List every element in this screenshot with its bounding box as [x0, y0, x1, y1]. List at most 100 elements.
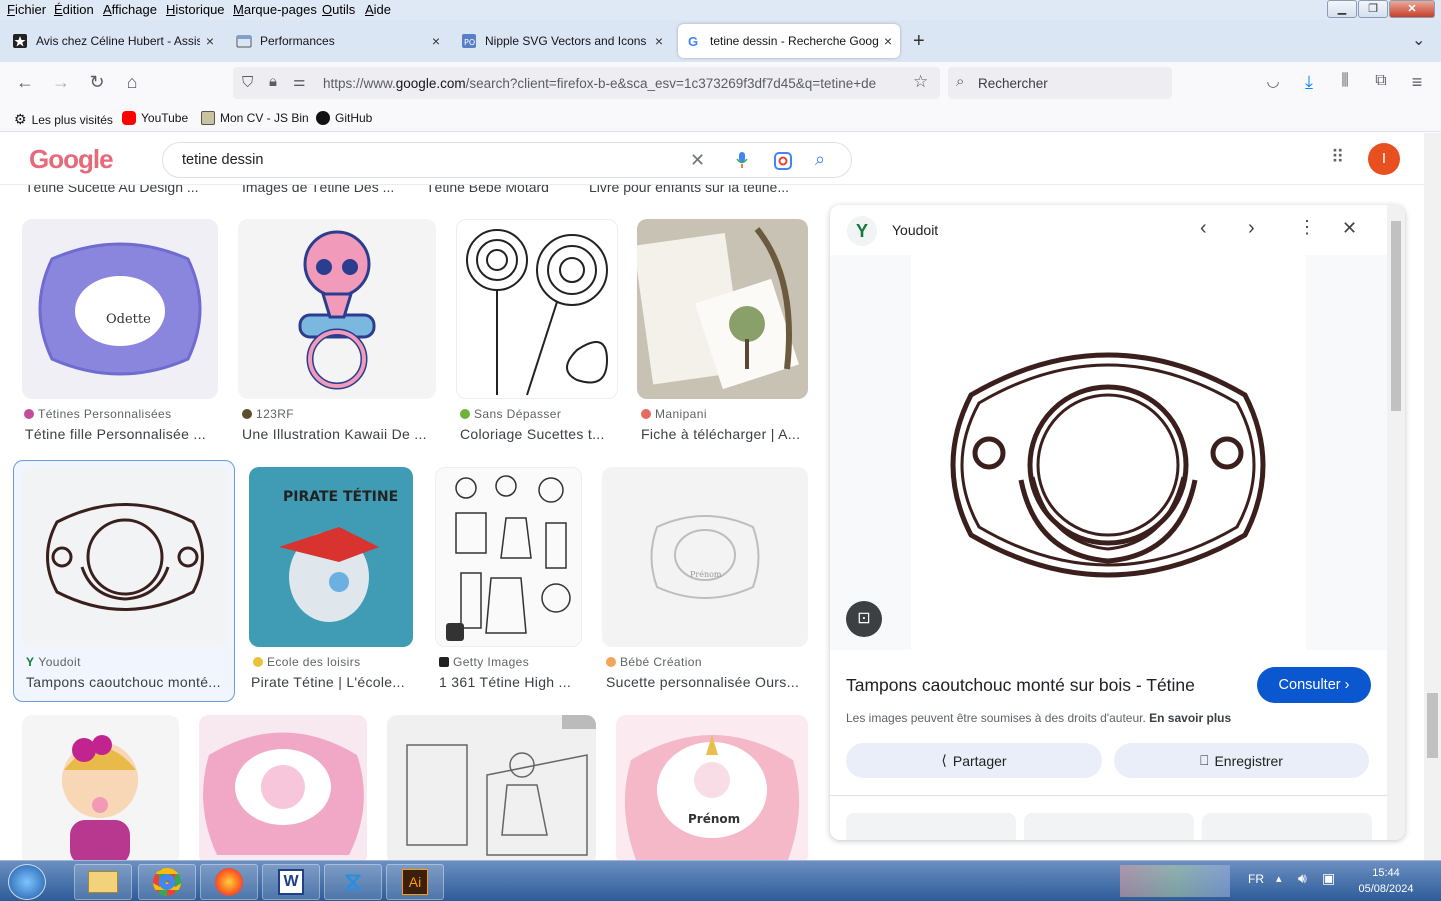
tab-avis[interactable]: Avis chez Céline Hubert - Assist × [4, 24, 222, 58]
bookmark-most-visited[interactable]: ⚙ Les plus visités [14, 111, 113, 128]
preview-title[interactable]: Tampons caoutchouc monté sur bois - Téti… [846, 675, 1195, 696]
result-title[interactable]: Fiche à télécharger | A... [641, 426, 808, 442]
volume-icon[interactable]: 🔊︎ [1298, 870, 1307, 887]
result-source[interactable]: Sans Dépasser [460, 407, 561, 421]
apps-grid-icon[interactable]: ⠿ [1331, 147, 1344, 168]
list-tabs-chevron-icon[interactable]: ⌄ [1412, 30, 1425, 50]
result-thumbnail[interactable]: Prénom [602, 467, 808, 647]
result-caption[interactable]: Livre pour enfants sur la tétine... [589, 185, 789, 195]
result-thumbnail[interactable] [387, 715, 596, 860]
lock-icon[interactable]: 🔒︎ [269, 73, 277, 90]
close-window-button[interactable]: ✕ [1389, 0, 1435, 18]
google-search-icon[interactable]: ⌕ [815, 149, 825, 170]
tab-nipple-svg[interactable]: PO Nipple SVG Vectors and Icons - × [453, 24, 671, 58]
result-thumbnail[interactable] [22, 467, 228, 647]
search-query-input[interactable]: tetine dessin [182, 152, 263, 168]
permissions-icon[interactable]: ⚌ [293, 73, 306, 90]
result-card-tetines-personnalisees[interactable]: Odette Tétines Personnalisées Tétine fil… [22, 219, 218, 449]
previous-chevron-icon[interactable]: ‹ [1200, 217, 1207, 240]
result-card-unicorn-pacifier[interactable] [199, 715, 367, 860]
result-caption[interactable]: Tétine Bébé Motard [426, 185, 549, 195]
youdoit-logo-icon[interactable]: Y [847, 216, 877, 246]
result-title[interactable]: 1 361 Tétine High ... [439, 674, 582, 690]
result-title[interactable]: Tampons caoutchouc monté... [26, 674, 222, 690]
microphone-icon[interactable] [735, 150, 749, 175]
minimize-button[interactable]: ▁ [1327, 0, 1357, 18]
result-card-baby-illustration[interactable] [22, 715, 179, 860]
preview-image-area[interactable]: ⊡ [830, 255, 1387, 650]
page-scroll-thumb[interactable] [1427, 693, 1438, 758]
close-tab-icon[interactable]: × [432, 33, 440, 49]
result-source[interactable]: 123RF [242, 407, 294, 421]
maximize-button[interactable]: ❐ [1358, 0, 1388, 18]
result-thumbnail[interactable] [456, 219, 618, 399]
result-thumbnail[interactable]: Prénom [616, 715, 808, 860]
result-source[interactable]: Getty Images [439, 655, 529, 669]
menu-aide[interactable]: Aide [365, 2, 391, 17]
menu-outils[interactable]: Outils [322, 2, 355, 17]
result-title[interactable]: Pirate Tétine | L'école... [251, 674, 411, 690]
result-thumbnail[interactable]: Odette [22, 219, 218, 399]
result-card-youdoit[interactable]: Y Youdoit Tampons caoutchouc monté... [22, 467, 228, 697]
result-thumbnail[interactable] [199, 715, 367, 860]
result-title[interactable]: Coloriage Sucettes t... [460, 426, 618, 442]
firefox-icon[interactable] [200, 864, 258, 900]
close-tab-icon[interactable]: × [884, 33, 892, 49]
menu-edition[interactable]: Édition [54, 2, 94, 17]
chrome-icon[interactable] [138, 864, 196, 900]
new-tab-button[interactable]: + [913, 30, 925, 53]
page-scrollbar[interactable] [1424, 133, 1441, 860]
result-card-cartoon-stock[interactable] [387, 715, 596, 860]
network-icon[interactable]: ▣ [1322, 870, 1335, 887]
menu-historique[interactable]: Historique [166, 2, 225, 17]
vscode-icon[interactable]: ⧖ [324, 864, 382, 900]
bookmark-star-icon[interactable]: ☆ [913, 72, 928, 92]
related-thumbnail[interactable] [1024, 813, 1194, 840]
result-card-ecole-des-loisirs[interactable]: PIRATE TÉTINE Ecole des loisirs Pirate T… [249, 467, 413, 697]
reload-icon[interactable]: ↻ [86, 72, 108, 93]
system-clock[interactable]: 15:44 05/08/2024 [1346, 865, 1426, 897]
result-source[interactable]: Manipani [641, 407, 707, 421]
illustrator-icon[interactable]: Ai [386, 864, 444, 900]
word-icon[interactable]: W [262, 864, 320, 900]
google-search-box[interactable]: tetine dessin ✕ ⌕ [162, 142, 852, 178]
tab-performances[interactable]: Performances × [228, 24, 448, 58]
preview-image[interactable] [911, 255, 1306, 650]
url-text[interactable]: https://www.google.com/search?client=fir… [323, 76, 903, 91]
url-bar[interactable]: ⛉ 🔒︎ ⚌ https://www.google.com/search?cli… [233, 67, 940, 99]
result-card-prenom-pacifier[interactable]: Prénom [616, 715, 808, 860]
browser-search-box[interactable]: ⌕ Rechercher [948, 67, 1172, 99]
result-card-123rf[interactable]: 123RF Une Illustration Kawaii De ... [238, 219, 436, 449]
file-explorer-icon[interactable] [74, 864, 132, 900]
learn-more-link[interactable]: En savoir plus [1149, 711, 1231, 725]
result-caption[interactable]: Images de Tétine Des ... [242, 185, 394, 195]
start-button[interactable] [8, 864, 46, 900]
result-source[interactable]: Tétines Personnalisées [24, 407, 172, 421]
preview-source-name[interactable]: Youdoit [892, 222, 938, 238]
preview-scrollbar[interactable] [1387, 205, 1405, 840]
result-thumbnail[interactable] [637, 219, 808, 399]
result-title[interactable]: Sucette personnalisée Ours... [606, 674, 804, 690]
result-title[interactable]: Tétine fille Personnalisée ... [25, 426, 218, 442]
close-preview-icon[interactable]: ✕ [1342, 218, 1357, 239]
forward-arrow-icon[interactable]: → [50, 72, 72, 93]
account-avatar[interactable]: I [1368, 143, 1400, 175]
shield-icon[interactable]: ⛉ [242, 74, 253, 91]
library-icon[interactable]: ⫼ [1334, 72, 1356, 90]
consult-button[interactable]: Consulter › [1257, 667, 1371, 703]
result-thumbnail[interactable]: PIRATE TÉTINE [249, 467, 413, 647]
more-options-icon[interactable]: ⋮ [1298, 217, 1316, 238]
clear-search-icon[interactable]: ✕ [690, 150, 705, 171]
result-card-getty-images[interactable]: Getty Images 1 361 Tétine High ... [435, 467, 582, 697]
result-title[interactable]: Une Illustration Kawaii De ... [242, 426, 436, 442]
menu-fichier[interactable]: Fichier [7, 2, 46, 17]
result-thumbnail[interactable] [22, 715, 179, 860]
lens-camera-icon[interactable] [773, 151, 793, 176]
tab-google-search[interactable]: G tetine dessin - Recherche Goog × [678, 24, 900, 58]
related-thumbnail[interactable] [1202, 813, 1372, 840]
next-chevron-icon[interactable]: › [1248, 217, 1255, 240]
result-thumbnail[interactable] [435, 467, 582, 647]
google-doodle-logo[interactable]: Google [29, 144, 114, 175]
tray-arrow-icon[interactable]: ▴ [1276, 872, 1282, 885]
close-tab-icon[interactable]: × [206, 33, 214, 49]
